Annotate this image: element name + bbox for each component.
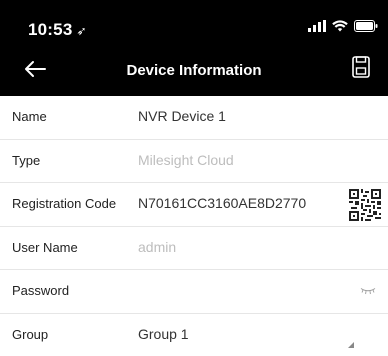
status-icons: [308, 20, 378, 32]
user-name-label: User Name: [12, 240, 78, 255]
registration-code-label: Registration Code: [12, 196, 116, 211]
user-name-field[interactable]: admin: [138, 239, 176, 255]
navigation-bar: Device Information: [0, 44, 388, 96]
location-arrow-icon: ➶: [76, 24, 86, 38]
user-name-row: User Name admin: [0, 227, 388, 271]
name-label: Name: [12, 109, 47, 124]
type-row: Type Milesight Cloud: [0, 140, 388, 184]
dropdown-corner-icon: [348, 342, 354, 348]
hidden-eye-icon[interactable]: [360, 287, 376, 295]
password-label: Password: [12, 283, 69, 298]
save-icon[interactable]: [352, 56, 370, 78]
group-row[interactable]: Group Group 1: [0, 314, 388, 356]
page-title: Device Information: [0, 62, 388, 79]
name-field[interactable]: NVR Device 1: [138, 108, 226, 124]
wifi-icon: [332, 20, 348, 32]
status-time: 10:53 ➶: [28, 20, 87, 40]
group-select[interactable]: Group 1: [138, 326, 189, 342]
status-time-text: 10:53: [28, 20, 72, 39]
device-info-form: Name NVR Device 1 Type Milesight Cloud R…: [0, 96, 388, 356]
type-label: Type: [12, 153, 40, 168]
battery-icon: [354, 20, 378, 32]
registration-code-field[interactable]: N70161CC3160AE8D2770: [138, 195, 306, 211]
status-bar: 10:53 ➶: [0, 0, 388, 44]
qr-code-icon[interactable]: [349, 189, 381, 221]
group-label: Group: [12, 327, 48, 342]
password-row: Password: [0, 270, 388, 314]
name-row: Name NVR Device 1: [0, 96, 388, 140]
registration-code-row: Registration Code N70161CC3160AE8D2770: [0, 183, 388, 227]
cellular-signal-icon: [308, 20, 326, 32]
type-value: Milesight Cloud: [138, 152, 234, 168]
